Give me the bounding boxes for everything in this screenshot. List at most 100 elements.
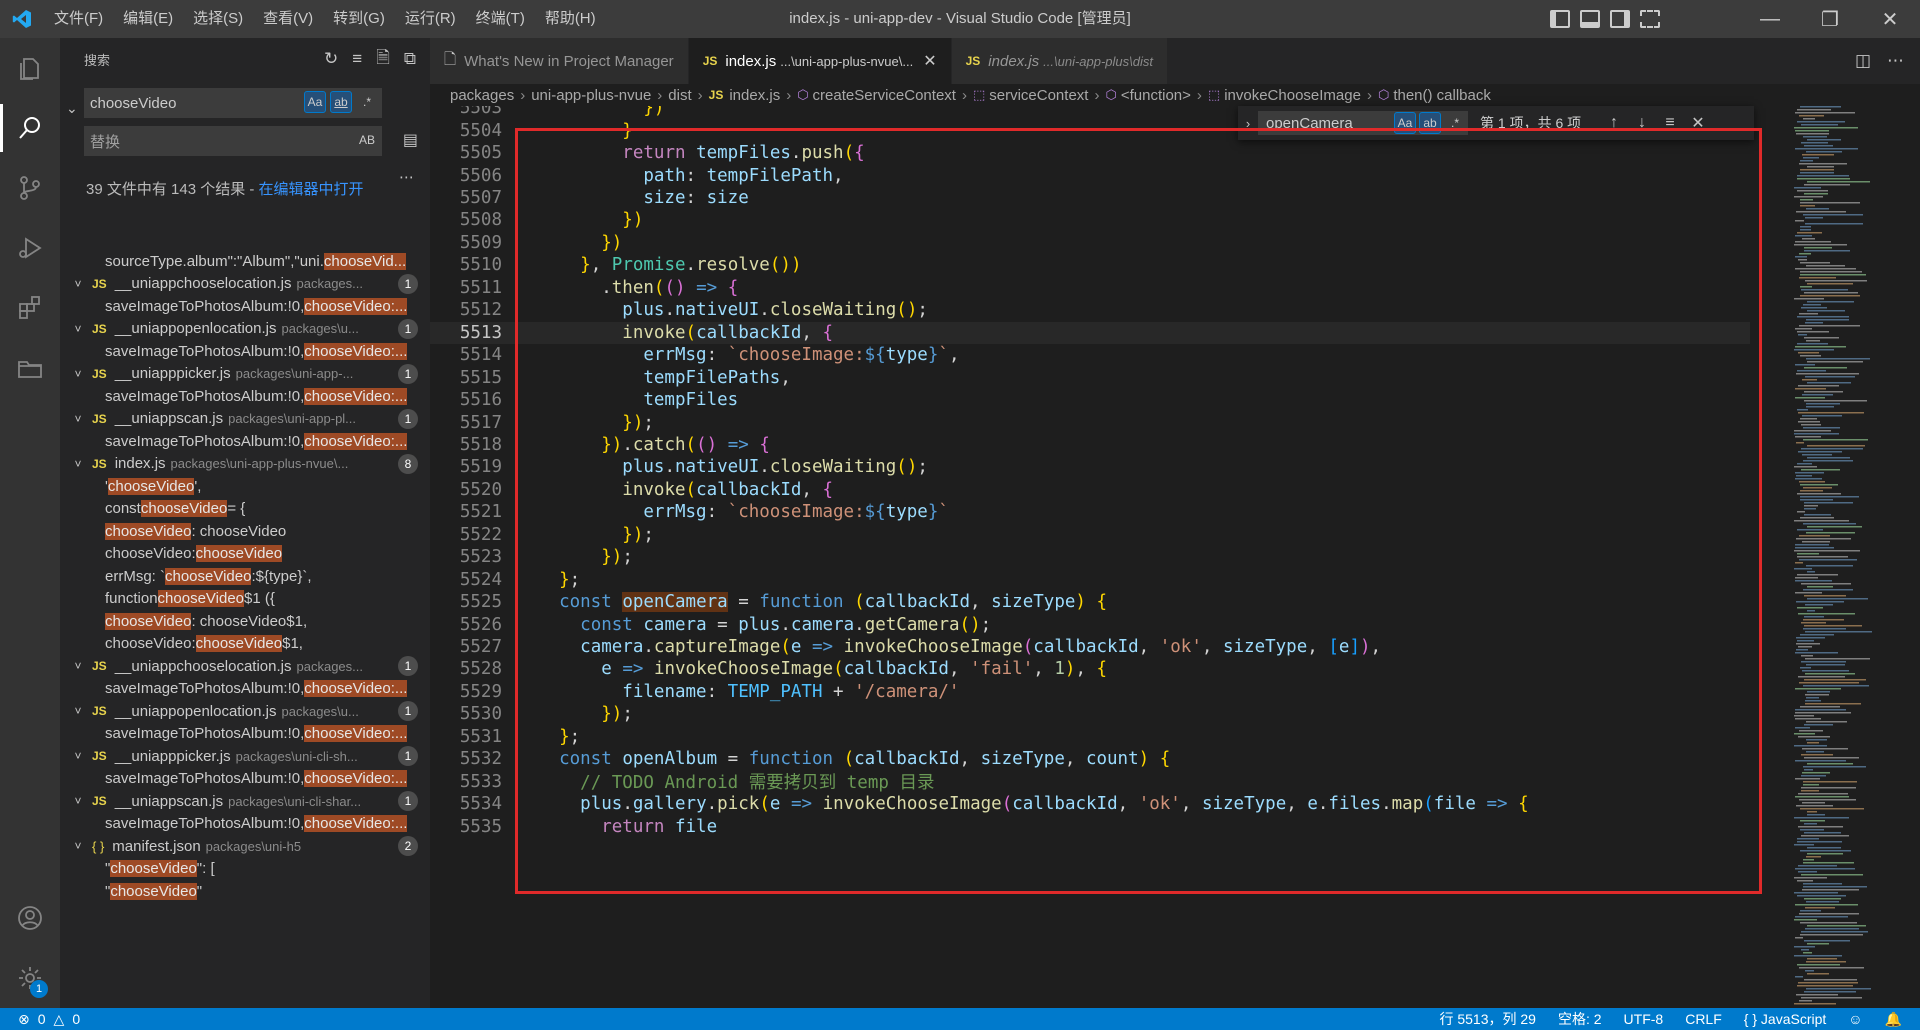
minimap[interactable] <box>1790 106 1906 1008</box>
code-line[interactable]: 5522 }); <box>430 524 1750 546</box>
find-in-selection-icon[interactable]: ≡ <box>1656 114 1684 132</box>
code-line[interactable]: 5515 tempFilePaths, <box>430 366 1750 388</box>
new-search-editor-icon[interactable]: 🗎 <box>376 45 390 74</box>
code-line[interactable]: 5516 tempFiles <box>430 389 1750 411</box>
feedback-icon[interactable]: ☺ <box>1848 1011 1862 1027</box>
find-regex-toggle[interactable]: .* <box>1444 112 1466 134</box>
code-line[interactable]: 5528 e => invokeChooseImage(callbackId, … <box>430 658 1750 680</box>
code-line[interactable]: 5507 size: size <box>430 187 1750 209</box>
menu-item[interactable]: 终端(T) <box>466 0 535 38</box>
code-line[interactable]: 5512 plus.nativeUI.closeWaiting(); <box>430 299 1750 321</box>
chevron-down-icon[interactable]: ˅ <box>70 659 86 673</box>
chevron-down-icon[interactable]: ˅ <box>70 457 86 471</box>
code-line[interactable]: 5534 plus.gallery.pick(e => invokeChoose… <box>430 793 1750 815</box>
match-case-toggle[interactable]: Aa <box>304 91 326 113</box>
toggle-secondary-sidebar-icon[interactable] <box>1610 10 1630 28</box>
result-file-row[interactable]: ˅ JS __uniapppicker.js packages\uni-app-...… <box>60 363 430 386</box>
open-in-editor-link[interactable]: 在编辑器中打开 <box>259 181 364 198</box>
menu-item[interactable]: 查看(V) <box>253 0 323 38</box>
menu-item[interactable]: 转到(G) <box>323 0 395 38</box>
result-match-row[interactable]: saveImageToPhotosAlbum:!0, chooseVideo:..… <box>60 723 430 746</box>
code-line[interactable]: 5520 invoke(callbackId, { <box>430 479 1750 501</box>
minimize-button[interactable]: — <box>1740 0 1800 38</box>
chevron-down-icon[interactable]: ˅ <box>70 749 86 763</box>
notifications-icon[interactable]: 🔔 <box>1885 1011 1902 1028</box>
result-file-row[interactable]: ˅ JS __uniapppicker.js packages\uni-cli-sh.… <box>60 745 430 768</box>
chevron-down-icon[interactable]: ˅ <box>70 704 86 718</box>
result-file-row[interactable]: ˅ JS __uniappopenlocation.js packages\u... 1 <box>60 700 430 723</box>
previous-match-icon[interactable]: ↑ <box>1600 114 1628 132</box>
code-line[interactable]: 5527 camera.captureImage(e => invokeChoo… <box>430 636 1750 658</box>
cursor-position[interactable]: 行 5513，列 29 <box>1439 1009 1536 1029</box>
end-of-line[interactable]: CRLF <box>1685 1011 1722 1027</box>
tab[interactable]: 🗋 What's New in Project Manager <box>430 38 689 84</box>
refresh-icon[interactable]: ↻ <box>324 49 338 69</box>
result-file-row[interactable]: ˅ JS __uniappchooselocation.js packages... 1 <box>60 273 430 296</box>
indentation[interactable]: 空格: 2 <box>1558 1009 1602 1029</box>
result-match-row[interactable]: saveImageToPhotosAlbum:!0, chooseVideo:..… <box>60 678 430 701</box>
result-match-row[interactable]: const chooseVideo = { <box>60 498 430 521</box>
account-icon[interactable] <box>0 888 60 948</box>
code-line[interactable]: 5510 }, Promise.resolve()) <box>430 254 1750 276</box>
code-editor[interactable]: 5503 }) 5504 } 5505 return tempFiles.push(… <box>430 106 1920 1008</box>
code-line[interactable]: 5530 }); <box>430 703 1750 725</box>
code-line[interactable]: 5511 .then(() => { <box>430 277 1750 299</box>
restore-button[interactable]: ❐ <box>1800 0 1860 38</box>
code-line[interactable]: 5535 return file <box>430 815 1750 837</box>
result-match-row[interactable]: " chooseVideo ": [ <box>60 858 430 881</box>
chevron-down-icon[interactable]: ˅ <box>70 839 86 853</box>
result-match-row[interactable]: saveImageToPhotosAlbum:!0, chooseVideo:..… <box>60 813 430 836</box>
vertical-scrollbar[interactable] <box>1906 106 1920 1008</box>
clear-results-icon[interactable]: ≡ <box>352 49 362 69</box>
code-line[interactable]: 5505 return tempFiles.push({ <box>430 142 1750 164</box>
explorer-icon[interactable] <box>0 38 60 98</box>
result-match-row[interactable]: function chooseVideo $1 ({ <box>60 588 430 611</box>
result-match-row[interactable]: chooseVideo: chooseVideo$1, <box>60 610 430 633</box>
breadcrumb-item[interactable]: packages <box>450 87 514 104</box>
tab[interactable]: JS index.js ...\uni-app-plus\dist <box>951 38 1168 84</box>
menu-item[interactable]: 帮助(H) <box>535 0 606 38</box>
use-regex-toggle[interactable]: .* <box>356 91 378 113</box>
code-line[interactable]: 5532 const openAlbum = function (callbac… <box>430 748 1750 770</box>
chevron-down-icon[interactable]: ˅ <box>70 322 86 336</box>
search-icon[interactable] <box>0 98 60 158</box>
result-match-row[interactable]: chooseVideo: chooseVideo <box>60 520 430 543</box>
code-line[interactable]: 5518 }).catch(() => { <box>430 434 1750 456</box>
project-manager-icon[interactable] <box>0 338 60 398</box>
code-line[interactable]: 5509 }) <box>430 232 1750 254</box>
editor-more-icon[interactable]: ⋯ <box>1887 51 1904 71</box>
find-match-case-toggle[interactable]: Aa <box>1394 112 1416 134</box>
breadcrumb-item[interactable]: serviceContext <box>989 87 1088 104</box>
result-file-row[interactable]: ˅ JS __uniappscan.js packages\uni-app-pl...… <box>60 408 430 431</box>
menu-item[interactable]: 选择(S) <box>183 0 253 38</box>
result-match-row[interactable]: sourceType.album":"Album","uni. chooseVid… <box>60 250 430 273</box>
tab-active[interactable]: JS index.js ...\uni-app-plus-nvue\... ✕ <box>688 38 952 84</box>
code-line[interactable]: 5525 const openCamera = function (callba… <box>430 591 1750 613</box>
result-match-row[interactable]: saveImageToPhotosAlbum:!0, chooseVideo:..… <box>60 385 430 408</box>
code-line[interactable]: 5531 }; <box>430 726 1750 748</box>
next-match-icon[interactable]: ↓ <box>1628 114 1656 132</box>
result-file-row[interactable]: ˅ JS __uniappchooselocation.js packages... 1 <box>60 655 430 678</box>
collapse-all-icon[interactable]: ⧉ <box>404 49 416 69</box>
result-match-row[interactable]: chooseVideo: chooseVideo$1, <box>60 633 430 656</box>
extensions-icon[interactable] <box>0 278 60 338</box>
code-line[interactable]: 5526 const camera = plus.camera.getCamer… <box>430 613 1750 635</box>
language-mode[interactable]: { } JavaScript <box>1744 1011 1827 1027</box>
breadcrumb-item[interactable]: createServiceContext <box>813 87 956 104</box>
code-line[interactable]: 5513 invoke(callbackId, { <box>430 321 1750 344</box>
result-match-row[interactable]: saveImageToPhotosAlbum:!0, chooseVideo:..… <box>60 430 430 453</box>
problems-indicator[interactable]: ⊗ 0 △ 0 <box>0 1011 80 1028</box>
more-options-icon[interactable]: ⋯ <box>399 168 414 186</box>
code-line[interactable]: 5514 errMsg: `chooseImage:${type}`, <box>430 344 1750 366</box>
result-file-row[interactable]: ˅ JS __uniappopenlocation.js packages\u... 1 <box>60 318 430 341</box>
code-line[interactable]: 5517 }); <box>430 411 1750 433</box>
toggle-panel-icon[interactable] <box>1580 10 1600 28</box>
toggle-replace-icon[interactable]: › <box>1238 116 1258 131</box>
result-match-row[interactable]: chooseVideo: chooseVideo <box>60 543 430 566</box>
replace-all-icon[interactable]: ▤ <box>403 130 418 150</box>
code-line[interactable]: 5524 }; <box>430 568 1750 590</box>
code-line[interactable]: 5519 plus.nativeUI.closeWaiting(); <box>430 456 1750 478</box>
toggle-replace-chevron-icon[interactable]: ⌄ <box>66 100 78 117</box>
chevron-down-icon[interactable]: ˅ <box>70 412 86 426</box>
customize-layout-icon[interactable] <box>1640 10 1660 28</box>
